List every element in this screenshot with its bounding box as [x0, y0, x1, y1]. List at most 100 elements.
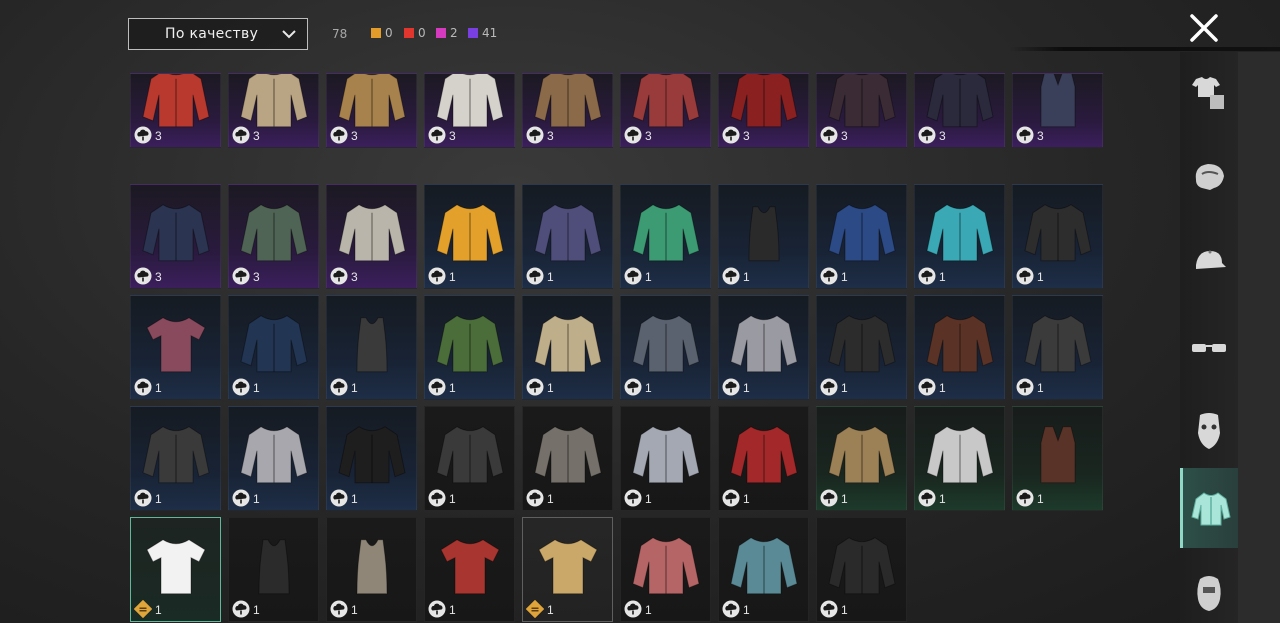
- purple-swatch-icon: [468, 28, 478, 38]
- item-tile[interactable]: 1: [326, 517, 417, 622]
- item-tile[interactable]: 1: [424, 295, 515, 400]
- blue-varsity-jacket-icon: [827, 203, 896, 261]
- cloud-storage-icon: [624, 378, 642, 396]
- item-tile[interactable]: 1: [1012, 295, 1103, 400]
- shirt-icon: [1190, 492, 1231, 526]
- dark-top-icon: [827, 74, 896, 127]
- item-tile[interactable]: 1: [522, 517, 613, 622]
- item-tile[interactable]: 1: [326, 295, 417, 400]
- cloud-storage-icon: [526, 126, 544, 144]
- tan-leather-jacket-icon: [337, 74, 406, 127]
- item-tile[interactable]: 1: [228, 406, 319, 511]
- item-tile[interactable]: 1: [816, 184, 907, 289]
- item-quantity: 1: [841, 603, 848, 617]
- item-quantity: 3: [743, 129, 750, 143]
- item-quantity: 1: [547, 381, 554, 395]
- maroon-tee-icon: [145, 316, 206, 372]
- navy-sailor-jacket-icon: [925, 74, 994, 127]
- item-tile[interactable]: 1: [914, 406, 1005, 511]
- item-tile[interactable]: 1: [522, 406, 613, 511]
- item-tile[interactable]: 1: [424, 184, 515, 289]
- item-tile[interactable]: 1: [914, 295, 1005, 400]
- camo-shirt-icon: [533, 314, 602, 372]
- item-tile[interactable]: 3: [228, 73, 319, 148]
- item-tile[interactable]: 3: [424, 73, 515, 148]
- cloud-storage-icon: [232, 600, 250, 618]
- cloud-storage-icon: [722, 267, 740, 285]
- mythic-swatch-icon: [404, 28, 414, 38]
- cloud-storage-icon: [526, 267, 544, 285]
- cloud-storage-icon: [1016, 378, 1034, 396]
- item-tile[interactable]: 3: [130, 184, 221, 289]
- item-tile[interactable]: 1: [326, 406, 417, 511]
- item-tile[interactable]: 3: [1012, 73, 1103, 148]
- item-quantity: 3: [253, 270, 260, 284]
- category-tab[interactable]: [1180, 222, 1238, 302]
- item-quantity: 1: [939, 270, 946, 284]
- cloud-storage-icon: [624, 489, 642, 507]
- item-tile[interactable]: 1: [718, 517, 809, 622]
- item-tile[interactable]: 1: [424, 517, 515, 622]
- item-tile[interactable]: 1: [620, 295, 711, 400]
- item-quantity: 1: [743, 270, 750, 284]
- item-tile[interactable]: 1: [620, 184, 711, 289]
- item-tile[interactable]: 1: [620, 517, 711, 622]
- header-divider: [1010, 47, 1280, 51]
- beige-tank-top-icon: [355, 538, 388, 594]
- item-tile[interactable]: 1: [130, 517, 221, 622]
- item-tile[interactable]: 1: [816, 517, 907, 622]
- item-tile[interactable]: 1: [718, 184, 809, 289]
- category-tab[interactable]: [1180, 137, 1238, 217]
- item-tile[interactable]: 1: [718, 406, 809, 511]
- cloud-storage-icon: [232, 489, 250, 507]
- item-tile[interactable]: 1: [1012, 184, 1103, 289]
- category-tab[interactable]: [1180, 468, 1238, 548]
- item-tile[interactable]: 1: [718, 295, 809, 400]
- item-tile[interactable]: 1: [522, 184, 613, 289]
- item-tile[interactable]: 3: [130, 73, 221, 148]
- item-tile[interactable]: 1: [816, 406, 907, 511]
- cloud-storage-icon: [918, 378, 936, 396]
- item-tile[interactable]: 3: [718, 73, 809, 148]
- item-quantity: 1: [841, 381, 848, 395]
- item-quantity: 1: [1037, 381, 1044, 395]
- item-tile[interactable]: 3: [816, 73, 907, 148]
- cloud-storage-icon: [232, 267, 250, 285]
- item-tile[interactable]: 3: [914, 73, 1005, 148]
- cloud-storage-icon: [330, 489, 348, 507]
- item-tile[interactable]: 3: [620, 73, 711, 148]
- item-quantity: 3: [351, 129, 358, 143]
- item-tile[interactable]: 1: [620, 406, 711, 511]
- item-quantity: 1: [449, 270, 456, 284]
- brown-vest-icon: [1040, 425, 1075, 483]
- gold-coupon-icon: [134, 600, 152, 618]
- category-tab[interactable]: [1180, 552, 1238, 623]
- hair-icon: [1195, 164, 1224, 190]
- item-tile[interactable]: 1: [816, 295, 907, 400]
- close-icon[interactable]: [1186, 10, 1222, 46]
- item-tile[interactable]: 1: [1012, 406, 1103, 511]
- item-tile[interactable]: 1: [522, 295, 613, 400]
- category-tab[interactable]: [1180, 390, 1238, 470]
- category-tab[interactable]: [1180, 307, 1238, 387]
- item-quantity: 1: [1037, 270, 1044, 284]
- floral-shirt-icon: [631, 74, 700, 127]
- sort-dropdown[interactable]: По качеству: [128, 18, 308, 50]
- item-tile[interactable]: 3: [326, 184, 417, 289]
- item-tile[interactable]: 1: [228, 517, 319, 622]
- item-tile[interactable]: 1: [130, 295, 221, 400]
- item-tile[interactable]: 1: [130, 406, 221, 511]
- cloud-storage-icon: [1016, 267, 1034, 285]
- item-tile[interactable]: 1: [228, 295, 319, 400]
- item-tile[interactable]: 3: [522, 73, 613, 148]
- brown-leather-jacket-icon: [925, 314, 994, 372]
- category-tab[interactable]: [1180, 52, 1238, 132]
- cloud-storage-icon: [918, 126, 936, 144]
- purple-track-jacket-icon: [533, 203, 602, 261]
- item-tile[interactable]: 3: [326, 73, 417, 148]
- item-quantity: 1: [645, 381, 652, 395]
- item-tile[interactable]: 1: [914, 184, 1005, 289]
- item-tile[interactable]: 1: [424, 406, 515, 511]
- item-quantity: 1: [351, 381, 358, 395]
- item-tile[interactable]: 3: [228, 184, 319, 289]
